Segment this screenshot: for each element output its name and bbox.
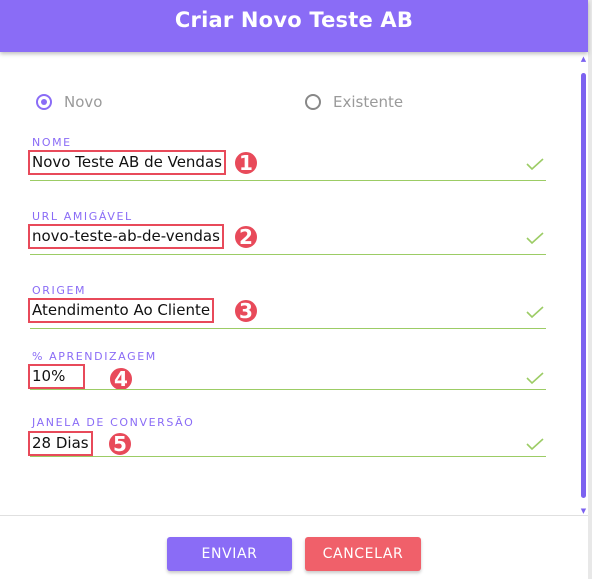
check-icon [526, 158, 544, 170]
annotation-badge-5: 5 [107, 431, 133, 457]
field-url-amigavel-underline [30, 254, 546, 255]
annotation-badge-1: 1 [233, 150, 259, 176]
scroll-up-arrow-icon[interactable]: ▲ [579, 55, 588, 63]
annotation-badge-2: 2 [233, 224, 259, 250]
field-nome-label: NOME [32, 136, 72, 149]
scrollbar-thumb[interactable] [581, 73, 586, 498]
field-url-amigavel-label: URL AMIGÁVEL [32, 210, 133, 223]
field-aprendizagem-underline [30, 389, 546, 390]
field-nome: NOME Novo Teste AB de Vendas 1 [28, 136, 546, 182]
mode-radio-group: Novo Existente [36, 93, 556, 113]
check-icon [526, 438, 544, 450]
annotation-badge-3: 3 [233, 298, 259, 324]
create-ab-test-dialog: Criar Novo Teste AB ▲ ▼ Novo Existente N… [0, 0, 592, 579]
radio-selected-icon[interactable] [36, 94, 52, 110]
radio-existente[interactable]: Existente [305, 93, 403, 111]
cancel-button[interactable]: CANCELAR [305, 537, 421, 571]
field-aprendizagem-label: % APRENDIZAGEM [32, 350, 157, 363]
window-edge [588, 0, 592, 579]
radio-unselected-icon[interactable] [305, 94, 321, 110]
check-icon [526, 372, 544, 384]
field-janela-conversao-label: JANELA DE CONVERSÃO [32, 416, 195, 429]
field-origem-select[interactable]: Atendimento Ao Cliente [28, 298, 215, 323]
field-origem-label: ORIGEM [32, 284, 87, 297]
submit-button[interactable]: ENVIAR [167, 537, 292, 571]
dialog-title: Criar Novo Teste AB [174, 8, 414, 32]
dialog-header: Criar Novo Teste AB [0, 0, 588, 52]
field-janela-conversao-underline [30, 456, 546, 457]
field-url-amigavel: URL AMIGÁVEL novo-teste-ab-de-vendas 2 [28, 210, 546, 256]
field-origem: ORIGEM Atendimento Ao Cliente 3 [28, 284, 546, 330]
footer-divider [0, 515, 588, 516]
radio-novo[interactable]: Novo [36, 93, 102, 111]
scrollbar[interactable]: ▲ ▼ [579, 55, 588, 515]
field-nome-underline [30, 180, 546, 181]
field-janela-conversao-select[interactable]: 28 Dias [28, 431, 93, 456]
field-aprendizagem-input[interactable]: 10% [28, 364, 86, 389]
radio-novo-label: Novo [64, 93, 103, 111]
check-icon [526, 306, 544, 318]
field-aprendizagem: % APRENDIZAGEM 10% 4 [28, 350, 546, 392]
scroll-down-arrow-icon[interactable]: ▼ [579, 507, 588, 515]
field-janela-conversao: JANELA DE CONVERSÃO 28 Dias 5 [28, 416, 546, 458]
field-nome-input[interactable]: Novo Teste AB de Vendas [28, 150, 226, 175]
check-icon [526, 232, 544, 244]
radio-existente-label: Existente [333, 93, 404, 111]
field-origem-underline [30, 328, 546, 329]
field-url-amigavel-input[interactable]: novo-teste-ab-de-vendas [28, 224, 224, 249]
